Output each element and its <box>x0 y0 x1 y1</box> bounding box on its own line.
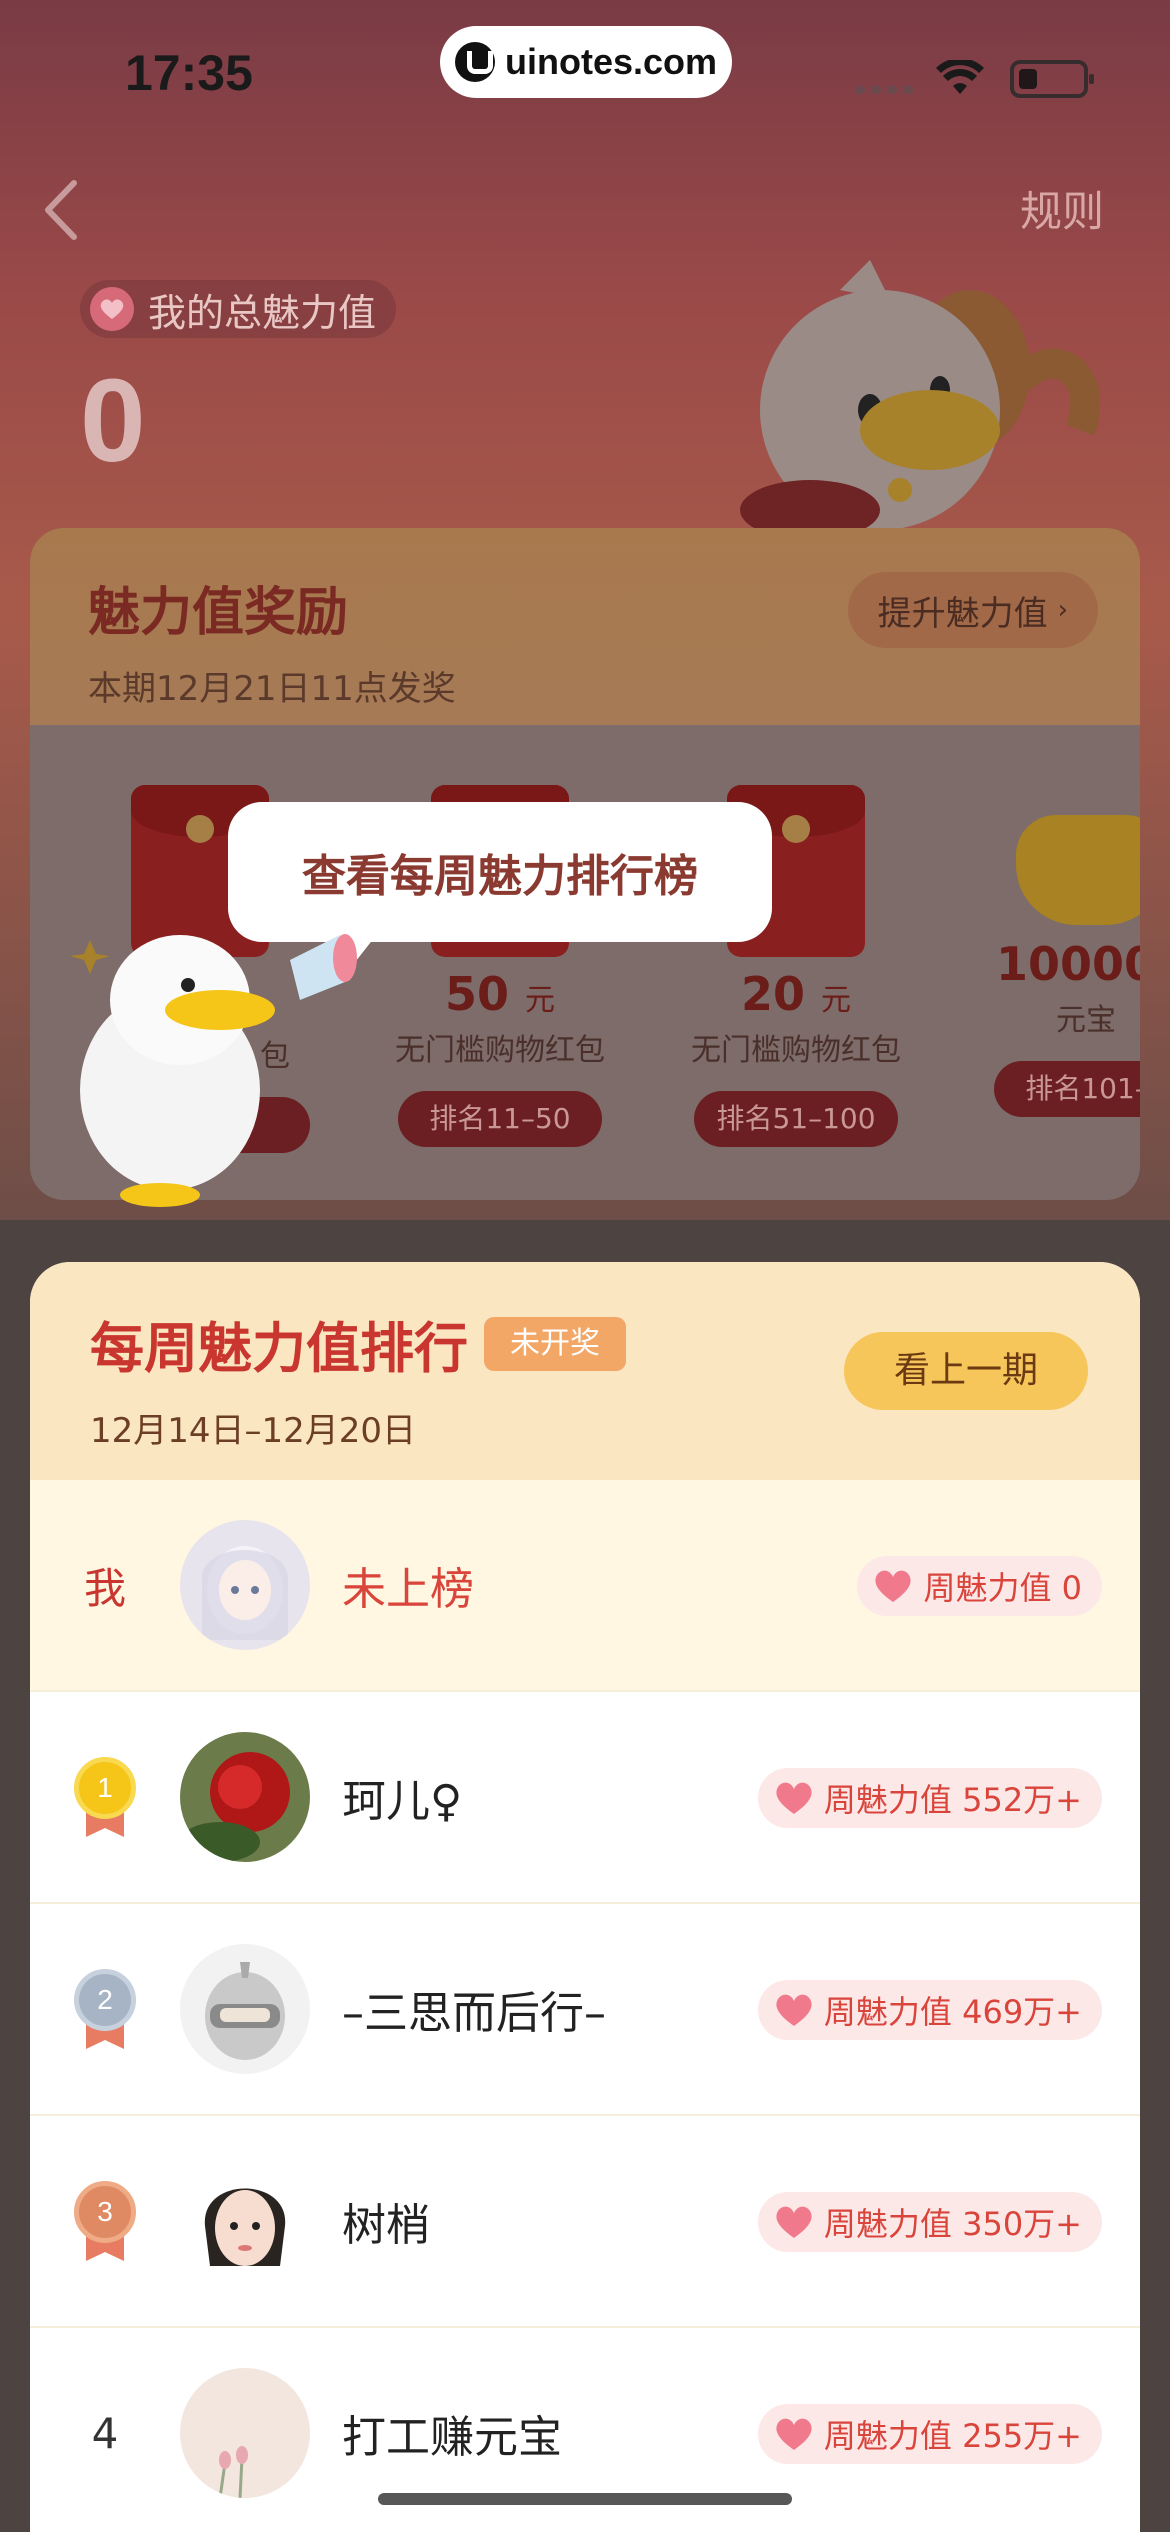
rank-medal: 2 <box>30 1969 180 2049</box>
prize-amount: 50 元 <box>444 967 556 1021</box>
url-text: uinotes.com <box>504 41 718 82</box>
weekly-score-text: 周魅力值 0 <box>923 1569 1082 1607</box>
duck-mascot-megaphone-illustration <box>70 934 357 1207</box>
back-arrow-icon[interactable] <box>36 175 86 245</box>
status-bar: 17:35 uinotes.com <box>0 0 1170 150</box>
heart-icon <box>875 1570 912 1602</box>
heart-icon <box>776 1782 812 1814</box>
prize-amount: 10000 <box>996 937 1140 991</box>
heart-icon <box>776 2418 812 2450</box>
heart-icon <box>776 2206 812 2238</box>
weekly-score-badge: 周魅力值 469万+ <box>757 1980 1102 2040</box>
home-indicator[interactable] <box>378 2493 792 2505</box>
heart-icon <box>776 1994 812 2026</box>
weekly-score-badge: 周魅力值 350万+ <box>757 2192 1102 2252</box>
wifi-icon <box>936 60 984 94</box>
prize-amount: 20 元 <box>740 967 852 1021</box>
bronze-medal-icon: 3 <box>74 2181 136 2261</box>
weekly-score-text: 周魅力值 469万+ <box>823 1993 1082 2031</box>
avatar <box>180 1520 310 1650</box>
rank-medal: 1 <box>30 1757 180 1837</box>
ranking-title: 每周魅力值排行 <box>90 1317 468 1380</box>
status-time: 17:35 <box>125 45 253 101</box>
mascot-cat-duck-illustration <box>740 260 1100 530</box>
my-ranking-row[interactable]: 我 未上榜 周魅力值 0 <box>30 1480 1140 1692</box>
prize-rank-badge: 排名11–50 <box>398 1091 602 1147</box>
prize-desc: 无门槛购物红包 <box>691 1033 901 1068</box>
table-row[interactable]: 3 树梢 周魅力值 350万+ <box>30 2116 1140 2328</box>
heart-icon <box>90 287 134 331</box>
rank-medal: 3 <box>30 2181 180 2261</box>
weekly-score-badge: 周魅力值 0 <box>857 1556 1102 1616</box>
chevron-right-icon: › <box>1057 595 1068 625</box>
weekly-ranking-card: 每周魅力值排行 未开奖 12月14日–12月20日 看上一期 我 未上榜 周魅力… <box>30 1262 1140 2532</box>
total-charm-label: 我的总魅力值 <box>80 280 397 338</box>
ranking-header: 每周魅力值排行 未开奖 12月14日–12月20日 看上一期 <box>30 1262 1140 1480</box>
weekly-score-badge: 周魅力值 255万+ <box>757 2404 1102 2464</box>
gold-medal-icon: 1 <box>74 1757 136 1837</box>
avatar <box>180 2368 310 2498</box>
rank-number: 4 <box>91 2408 119 2458</box>
ranking-date-range: 12月14日–12月20日 <box>90 1411 417 1451</box>
avatar <box>180 2156 310 2286</box>
boost-charm-button[interactable]: 提升魅力值 › <box>847 572 1098 648</box>
weekly-score-text: 周魅力值 350万+ <box>823 2205 1082 2243</box>
silver-medal-icon: 2 <box>74 1969 136 2049</box>
previous-period-button[interactable]: 看上一期 <box>844 1332 1088 1410</box>
url-badge: uinotes.com <box>440 26 732 98</box>
total-charm-value: 0 <box>80 355 146 487</box>
rank-number: 我 <box>83 1563 126 1613</box>
reward-header: 魅力值奖励 本期12月21日11点发奖 提升魅力值 › <box>30 528 1140 725</box>
prize-desc: 无门槛购物红包 <box>395 1033 605 1068</box>
prize-rank-badge: 排名101–2 <box>994 1061 1140 1117</box>
cellular-signal-icon <box>855 86 913 94</box>
weekly-score-text: 周魅力值 255万+ <box>823 2417 1082 2455</box>
gold-ingot-icon <box>1016 815 1140 925</box>
table-row[interactable]: 2 –三思而后行– 周魅力值 469万+ <box>30 1904 1140 2116</box>
reward-subtitle: 本期12月21日11点发奖 <box>88 669 456 709</box>
battery-icon <box>1010 60 1094 98</box>
total-charm-label-text: 我的总魅力值 <box>148 290 377 335</box>
avatar <box>180 1732 310 1862</box>
weekly-score-text: 周魅力值 552万+ <box>823 1781 1082 1819</box>
avatar <box>180 1944 310 2074</box>
status-badge: 未开奖 <box>484 1316 626 1371</box>
table-row[interactable]: 1 珂儿♀ 周魅力值 552万+ <box>30 1692 1140 1904</box>
weekly-score-badge: 周魅力值 552万+ <box>757 1768 1102 1828</box>
prize-rank-badge: 排名51–100 <box>694 1091 898 1147</box>
uinotes-logo-icon <box>454 42 495 82</box>
boost-charm-label: 提升魅力值 <box>877 593 1048 634</box>
prize-desc: 元宝 <box>1056 1003 1116 1038</box>
rules-link[interactable]: 规则 <box>1020 178 1104 239</box>
prize-item: 10000 元宝 排名101–2 <box>976 785 1140 1117</box>
